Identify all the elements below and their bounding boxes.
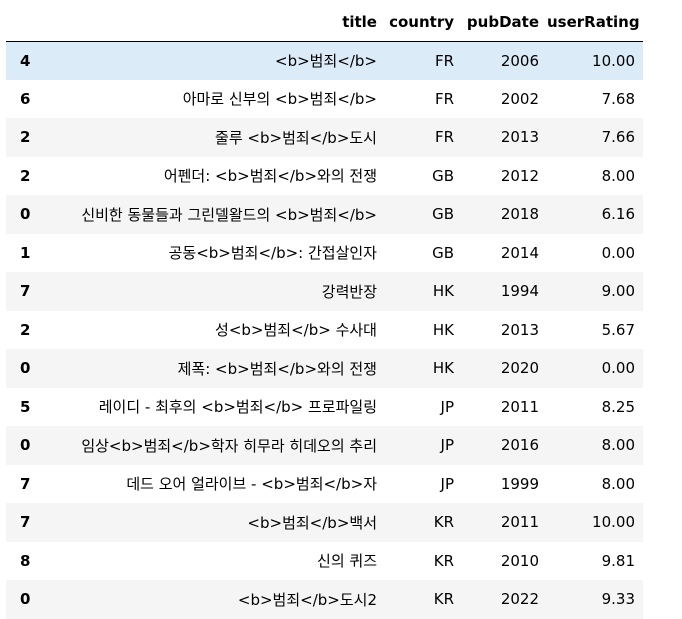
row-index: 0 <box>20 359 31 378</box>
cell-country: JP <box>440 436 454 455</box>
cell-country: HK <box>432 282 454 301</box>
cell-country: JP <box>440 397 454 416</box>
cell-title: 데드 오어 얼라이브 - <b>범죄</b>자 <box>126 475 377 494</box>
dataframe-table: title country pubDate userRating 4 <b>범죄… <box>6 3 643 619</box>
cell-title: 줄루 <b>범죄</b>도시 <box>215 128 377 147</box>
row-index: 7 <box>20 282 31 301</box>
cell-pubdate: 2013 <box>500 128 539 147</box>
cell-pubdate: 2012 <box>500 166 539 185</box>
column-header-pubdate: pubDate <box>462 3 547 42</box>
cell-pubdate: 2013 <box>500 320 539 339</box>
table-row: 0 신비한 동물들과 그린델왈드의 <b>범죄</b> GB 2018 6.16 <box>6 195 643 234</box>
table-row: 8 신의 퀴즈 KR 2010 9.81 <box>6 541 643 580</box>
cell-userrating: 6.16 <box>601 205 635 224</box>
cell-pubdate: 2014 <box>500 243 539 262</box>
table-row: 2 성<b>범죄</b> 수사대 HK 2013 5.67 <box>6 310 643 349</box>
cell-pubdate: 2018 <box>500 205 539 224</box>
row-index: 7 <box>20 513 31 532</box>
cell-title: 공동<b>범죄</b>: 간접살인자 <box>168 244 377 263</box>
column-header-userrating: userRating <box>547 3 643 42</box>
cell-userrating: 8.00 <box>601 436 635 455</box>
table-row: 5 레이디 - 최후의 <b>범죄</b> 프로파일링 JP 2011 8.25 <box>6 387 643 426</box>
cell-userrating: 9.00 <box>601 282 635 301</box>
cell-pubdate: 2016 <box>500 436 539 455</box>
table-row: 6 아마로 신부의 <b>범죄</b> FR 2002 7.68 <box>6 79 643 118</box>
cell-userrating: 8.00 <box>601 474 635 493</box>
cell-pubdate: 1994 <box>500 282 539 301</box>
cell-pubdate: 2011 <box>500 513 539 532</box>
cell-country: KR <box>433 513 454 532</box>
cell-pubdate: 2002 <box>500 89 539 108</box>
cell-country: GB <box>432 243 454 262</box>
cell-title: 제폭: <b>범죄</b>와의 전쟁 <box>177 359 377 378</box>
index-header <box>6 3 42 42</box>
cell-pubdate: 1999 <box>500 474 539 493</box>
cell-title: 신의 퀴즈 <box>317 552 377 571</box>
table-body: 4 <b>범죄</b> FR 2006 10.00 6 아마로 신부의 <b>범… <box>6 41 643 619</box>
cell-pubdate: 2020 <box>500 359 539 378</box>
table-row: 1 공동<b>범죄</b>: 간접살인자 GB 2014 0.00 <box>6 233 643 272</box>
cell-country: JP <box>440 474 454 493</box>
cell-userrating: 10.00 <box>592 513 635 532</box>
cell-userrating: 0.00 <box>601 359 635 378</box>
cell-country: HK <box>432 359 454 378</box>
cell-country: FR <box>434 89 454 108</box>
cell-country: FR <box>434 128 454 147</box>
cell-userrating: 9.81 <box>601 551 635 570</box>
column-header-country: country <box>385 3 462 42</box>
row-index: 6 <box>20 89 31 108</box>
cell-title: 강력반장 <box>321 282 377 301</box>
cell-pubdate: 2010 <box>500 551 539 570</box>
row-index: 2 <box>20 320 31 339</box>
cell-country: HK <box>432 320 454 339</box>
table-row: 7 <b>범죄</b>백서 KR 2011 10.00 <box>6 503 643 542</box>
cell-pubdate: 2011 <box>500 397 539 416</box>
cell-title: 신비한 동물들과 그린델왈드의 <b>범죄</b> <box>81 205 377 224</box>
cell-country: GB <box>432 205 454 224</box>
table-row: 7 데드 오어 얼라이브 - <b>범죄</b>자 JP 1999 8.00 <box>6 464 643 503</box>
cell-country: GB <box>432 166 454 185</box>
row-index: 0 <box>20 436 31 455</box>
table-header: title country pubDate userRating <box>6 3 643 42</box>
cell-userrating: 8.25 <box>601 397 635 416</box>
row-index: 8 <box>20 551 31 570</box>
table-row: 0 제폭: <b>범죄</b>와의 전쟁 HK 2020 0.00 <box>6 349 643 388</box>
row-index: 2 <box>20 128 31 147</box>
cell-title: <b>범죄</b>백서 <box>247 513 377 532</box>
row-index: 0 <box>20 205 31 224</box>
dataframe-output: title country pubDate userRating 4 <b>범죄… <box>6 3 643 619</box>
cell-title: <b>범죄</b> <box>275 52 377 70</box>
cell-userrating: 0.00 <box>601 243 635 262</box>
row-index: 4 <box>20 51 31 70</box>
table-row: 2 어펜더: <b>범죄</b>와의 전쟁 GB 2012 8.00 <box>6 156 643 195</box>
cell-title: 어펜더: <b>범죄</b>와의 전쟁 <box>163 167 377 186</box>
cell-userrating: 10.00 <box>592 51 635 70</box>
cell-title: 아마로 신부의 <b>범죄</b> <box>182 90 377 109</box>
cell-country: KR <box>433 551 454 570</box>
cell-userrating: 5.67 <box>601 320 635 339</box>
header-row: title country pubDate userRating <box>6 3 643 42</box>
table-row: 4 <b>범죄</b> FR 2006 10.00 <box>6 41 643 80</box>
row-index: 5 <box>20 397 31 416</box>
table-row: 0 임상<b>범죄</b>학자 히무라 히데오의 추리 JP 2016 8.00 <box>6 426 643 465</box>
cell-title: 성<b>범죄</b> 수사대 <box>215 321 377 340</box>
cell-userrating: 8.00 <box>601 166 635 185</box>
table-row: 2 줄루 <b>범죄</b>도시 FR 2013 7.66 <box>6 118 643 157</box>
row-index: 1 <box>20 243 31 262</box>
column-header-title: title <box>42 3 385 42</box>
cell-userrating: 7.66 <box>601 128 635 147</box>
cell-country: FR <box>434 51 454 70</box>
cell-pubdate: 2006 <box>500 51 539 70</box>
table-row: 7 강력반장 HK 1994 9.00 <box>6 272 643 311</box>
row-index: 2 <box>20 166 31 185</box>
cell-title: 레이디 - 최후의 <b>범죄</b> 프로파일링 <box>98 398 377 417</box>
row-index: 7 <box>20 474 31 493</box>
cell-userrating: 7.68 <box>601 89 635 108</box>
cell-title: 임상<b>범죄</b>학자 히무라 히데오의 추리 <box>81 436 377 455</box>
